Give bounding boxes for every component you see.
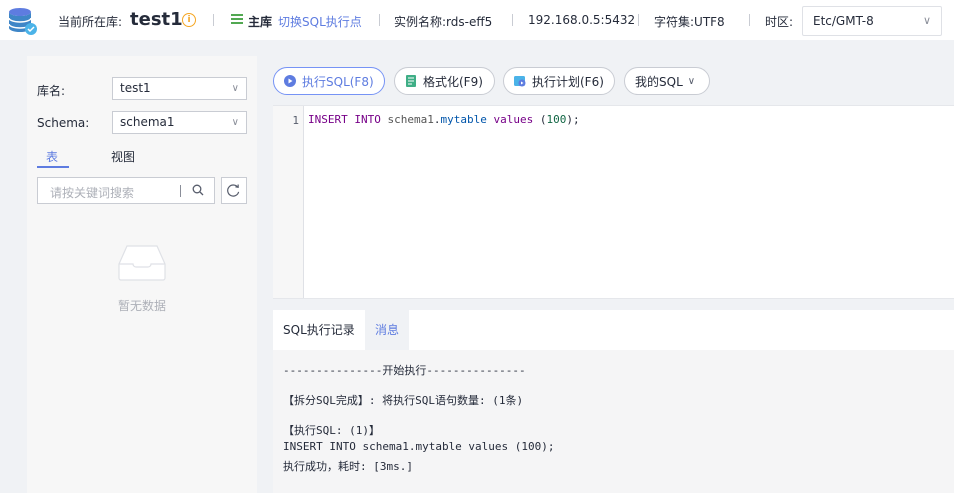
active-tab-indicator (37, 166, 69, 168)
tab-tables[interactable]: 表 (46, 148, 58, 165)
execution-plan-label: 执行计划(F6) (532, 74, 604, 89)
schema-label: Schema: (37, 116, 90, 130)
divider (638, 14, 639, 26)
divider (213, 14, 214, 26)
header-bar: 当前所在库: test1 i 主库 切换SQL执行点 实例名称:rds-eff5… (0, 0, 954, 40)
schema-select[interactable]: schema1 ∨ (112, 111, 247, 134)
line-number-gutter: 1 (273, 106, 304, 298)
current-db-name: test1 (130, 9, 183, 30)
message-line: 【执行SQL: (1)】 (283, 424, 380, 437)
sql-editor[interactable]: 1 INSERT INTO schema1.mytable values (10… (273, 105, 954, 299)
empty-inbox-icon (118, 245, 166, 281)
search-icon[interactable] (192, 184, 204, 196)
my-sql-dropdown[interactable]: 我的SQL ∨ (624, 67, 710, 95)
divider (379, 14, 380, 26)
timezone-label: 时区: (765, 15, 794, 29)
sql-keyword: INSERT (308, 113, 348, 126)
play-icon (284, 75, 296, 87)
message-line: 【拆分SQL完成】: 将执行SQL语句数量: (1条) (283, 394, 524, 407)
message-line: 执行成功，耗时: [3ms.] (283, 460, 413, 473)
schema-select-value: schema1 (120, 115, 175, 129)
search-placeholder: 请按关键词搜索 (50, 186, 135, 200)
message-output: ---------------开始执行--------------- 【拆分SQ… (273, 350, 954, 493)
execution-plan-icon (514, 76, 526, 87)
divider (180, 185, 181, 197)
host-address: 192.168.0.5:5432 (528, 13, 636, 27)
code-line: INSERT INTO schema1.mytable values (100)… (308, 113, 580, 126)
result-tabs: SQL执行记录 消息 (273, 310, 954, 350)
divider (749, 14, 750, 26)
sql-number: 100 (546, 113, 567, 126)
refresh-button[interactable] (221, 177, 247, 204)
chevron-down-icon: ∨ (231, 117, 239, 128)
main-db-label: 主库 (248, 15, 273, 29)
refresh-icon (227, 184, 240, 197)
line-number: 1 (292, 114, 299, 127)
format-button[interactable]: 格式化(F9) (394, 67, 495, 95)
db-select[interactable]: test1 ∨ (112, 77, 247, 100)
execute-sql-button[interactable]: 执行SQL(F8) (273, 67, 385, 95)
sql-schema-name: schema1 (387, 113, 434, 126)
chevron-down-icon: ∨ (687, 75, 696, 87)
sql-keyword: values (493, 113, 534, 126)
tab-sql-history[interactable]: SQL执行记录 (273, 310, 365, 350)
format-label: 格式化(F9) (423, 74, 483, 89)
sql-punctuation: ); (566, 113, 580, 126)
object-browser-panel: 库名: test1 ∨ Schema: schema1 ∨ 表 视图 请按关键词… (27, 56, 257, 493)
search-input[interactable]: 请按关键词搜索 (37, 177, 215, 204)
execution-plan-button[interactable]: 执行计划(F6) (503, 67, 615, 95)
database-logo-icon (8, 8, 37, 35)
timezone-value: Etc/GMT-8 (813, 14, 874, 28)
instance-name: 实例名称:rds-eff5 (394, 15, 493, 29)
switch-sql-exec-point-link[interactable]: 切换SQL执行点 (278, 13, 362, 30)
charset-info: 字符集:UTF8 (654, 15, 725, 29)
sql-keyword: INTO (354, 113, 381, 126)
format-icon (406, 75, 416, 87)
db-name-label: 库名: (37, 84, 66, 98)
main-db-icon (231, 14, 243, 26)
message-line: ---------------开始执行--------------- (283, 364, 526, 377)
chevron-down-icon: ∨ (922, 14, 931, 27)
timezone-select[interactable]: Etc/GMT-8 ∨ (802, 6, 942, 36)
chevron-down-icon: ∨ (231, 83, 239, 94)
info-icon[interactable]: i (182, 13, 196, 27)
current-db-label: 当前所在库: (58, 15, 123, 29)
divider (512, 14, 513, 26)
sql-table-name: mytable (440, 113, 487, 126)
tab-views[interactable]: 视图 (111, 148, 135, 165)
empty-state-text: 暂无数据 (117, 299, 166, 313)
tab-messages[interactable]: 消息 (365, 310, 410, 350)
my-sql-label: 我的SQL (635, 74, 683, 89)
message-line: INSERT INTO schema1.mytable values (100)… (283, 440, 555, 453)
execute-sql-label: 执行SQL(F8) (302, 74, 374, 89)
db-select-value: test1 (120, 81, 151, 95)
